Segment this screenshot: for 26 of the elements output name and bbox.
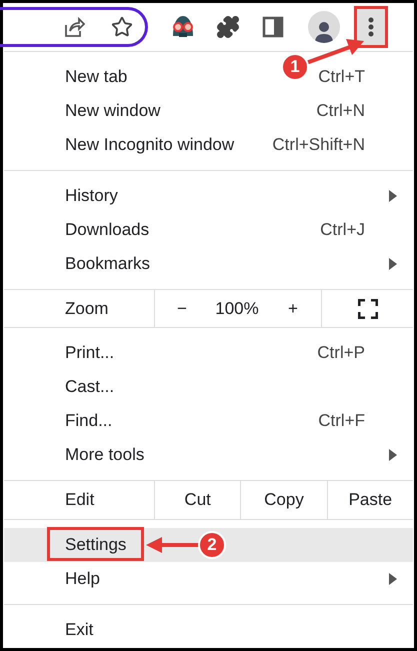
fullscreen-icon xyxy=(358,298,378,318)
shortcut-text: Ctrl+F xyxy=(318,410,365,432)
shortcut-text: Ctrl+J xyxy=(320,219,365,242)
menu-icon xyxy=(368,17,374,37)
shortcut-text: Ctrl+P xyxy=(317,342,365,364)
side-panel-icon[interactable] xyxy=(262,16,284,38)
shortcut-text: Ctrl+T xyxy=(318,66,365,88)
star-icon[interactable] xyxy=(111,16,133,38)
profile-avatar[interactable] xyxy=(308,11,340,43)
zoom-in-button[interactable]: + xyxy=(265,290,321,327)
edit-action-button[interactable]: Paste xyxy=(328,481,413,519)
pointer-arrow xyxy=(306,39,364,65)
zoom-out-button[interactable]: − xyxy=(155,290,209,327)
edit-action-button[interactable]: Copy xyxy=(241,481,327,519)
zoom-level-text: 100% xyxy=(214,298,260,320)
edit-action-button[interactable]: Cut xyxy=(155,481,240,519)
menu-button[interactable] xyxy=(354,6,388,48)
shortcut-text: Ctrl+Shift+N xyxy=(272,134,365,156)
person-icon xyxy=(314,19,334,43)
step-badge: 1 xyxy=(281,53,309,81)
share-icon[interactable] xyxy=(63,17,85,37)
puzzle-icon[interactable] xyxy=(216,15,240,39)
goggles-character-icon[interactable] xyxy=(170,14,196,40)
shortcut-text: Ctrl+N xyxy=(316,100,365,122)
zoom-label: Zoom xyxy=(64,298,110,320)
edit-label: Edit xyxy=(64,489,96,512)
